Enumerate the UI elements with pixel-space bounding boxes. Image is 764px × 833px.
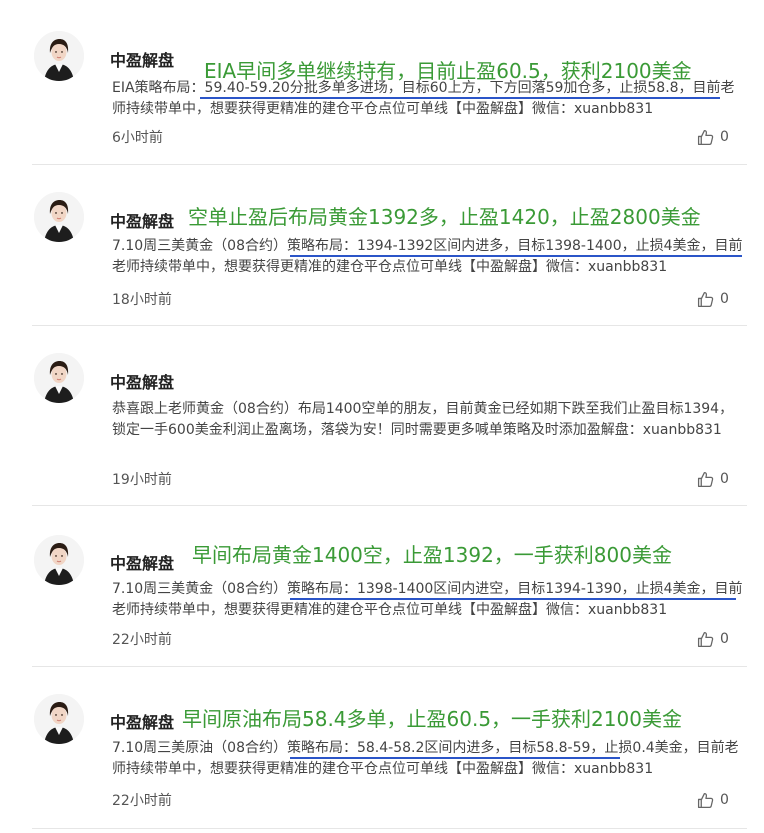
profile-photo-icon [34,535,84,585]
divider [32,828,747,829]
post-body: 7.10周三美黄金（08合约）策略布局：1398-1400区间内进空，目标139… [112,581,743,618]
avatar[interactable] [34,192,84,242]
like-count: 0 [720,792,729,808]
avatar[interactable] [34,31,84,81]
like-count: 0 [720,129,729,145]
post-feed: 中盈解盘 EIA早间多单继续持有，目前止盈60.5，获利2100美金 EIA策略… [0,0,764,833]
author-name[interactable]: 中盈解盘 [110,550,174,574]
profile-photo-icon [34,192,84,242]
profile-photo-icon [34,694,84,744]
profile-photo-icon [34,31,84,81]
post-time: 18小时前 [112,292,172,308]
thumbs-up-icon [697,291,714,307]
post-time: 22小时前 [112,793,172,809]
post-card: 中盈解盘 EIA早间多单继续持有，目前止盈60.5，获利2100美金 EIA策略… [0,0,764,161]
like-count: 0 [720,291,729,307]
strategy-underline [290,255,742,257]
like-button[interactable]: 0 [697,790,729,810]
post-card: 中盈解盘 空单止盈后布局黄金1392多，止盈1420，止盈2800美金 7.10… [0,161,764,322]
like-button[interactable]: 0 [697,629,729,649]
profile-photo-icon [34,353,84,403]
author-name[interactable]: 中盈解盘 [110,208,174,232]
post-body: 7.10周三美黄金（08合约）策略布局：1394-1392区间内进多，目标139… [112,238,743,275]
avatar[interactable] [34,535,84,585]
avatar[interactable] [34,694,84,744]
post-card: 中盈解盘 早间原油布局58.4多单，止盈60.5，一手获利2100美金 7.10… [0,667,764,828]
post-card: 中盈解盘 恭喜跟上老师黄金（08合约）布局1400空单的朋友，目前黄金已经如期下… [0,322,764,488]
author-name[interactable]: 中盈解盘 [110,369,174,393]
author-name[interactable]: 中盈解盘 [110,47,174,71]
thumbs-up-icon [697,631,714,647]
strategy-underline [290,598,736,600]
thumbs-up-icon [697,792,714,808]
post-time: 6小时前 [112,130,163,146]
like-count: 0 [720,631,729,647]
like-button[interactable]: 0 [697,289,729,309]
post-body: 7.10周三美原油（08合约）策略布局：58.4-58.2区间内进多，目标58.… [112,740,739,777]
like-button[interactable]: 0 [697,127,729,147]
strategy-underline [290,757,620,759]
post-card: 中盈解盘 早间布局黄金1400空，止盈1392，一手获利800美金 7.10周三… [0,506,764,667]
thumbs-up-icon [697,129,714,145]
like-count: 0 [720,471,729,487]
post-body: 恭喜跟上老师黄金（08合约）布局1400空单的朋友，目前黄金已经如期下跌至我们止… [112,401,734,438]
post-headline: 早间原油布局58.4多单，止盈60.5，一手获利2100美金 [182,707,682,731]
post-time: 22小时前 [112,632,172,648]
post-body: EIA策略布局：59.40-59.20分批多单多进场，目标60上方，下方回落59… [112,80,735,117]
thumbs-up-icon [697,471,714,487]
strategy-underline [200,97,720,99]
author-name[interactable]: 中盈解盘 [110,709,174,733]
post-time: 19小时前 [112,472,172,488]
post-headline: 空单止盈后布局黄金1392多，止盈1420，止盈2800美金 [188,205,701,229]
post-headline: 早间布局黄金1400空，止盈1392，一手获利800美金 [192,543,672,567]
avatar[interactable] [34,353,84,403]
like-button[interactable]: 0 [697,469,729,489]
